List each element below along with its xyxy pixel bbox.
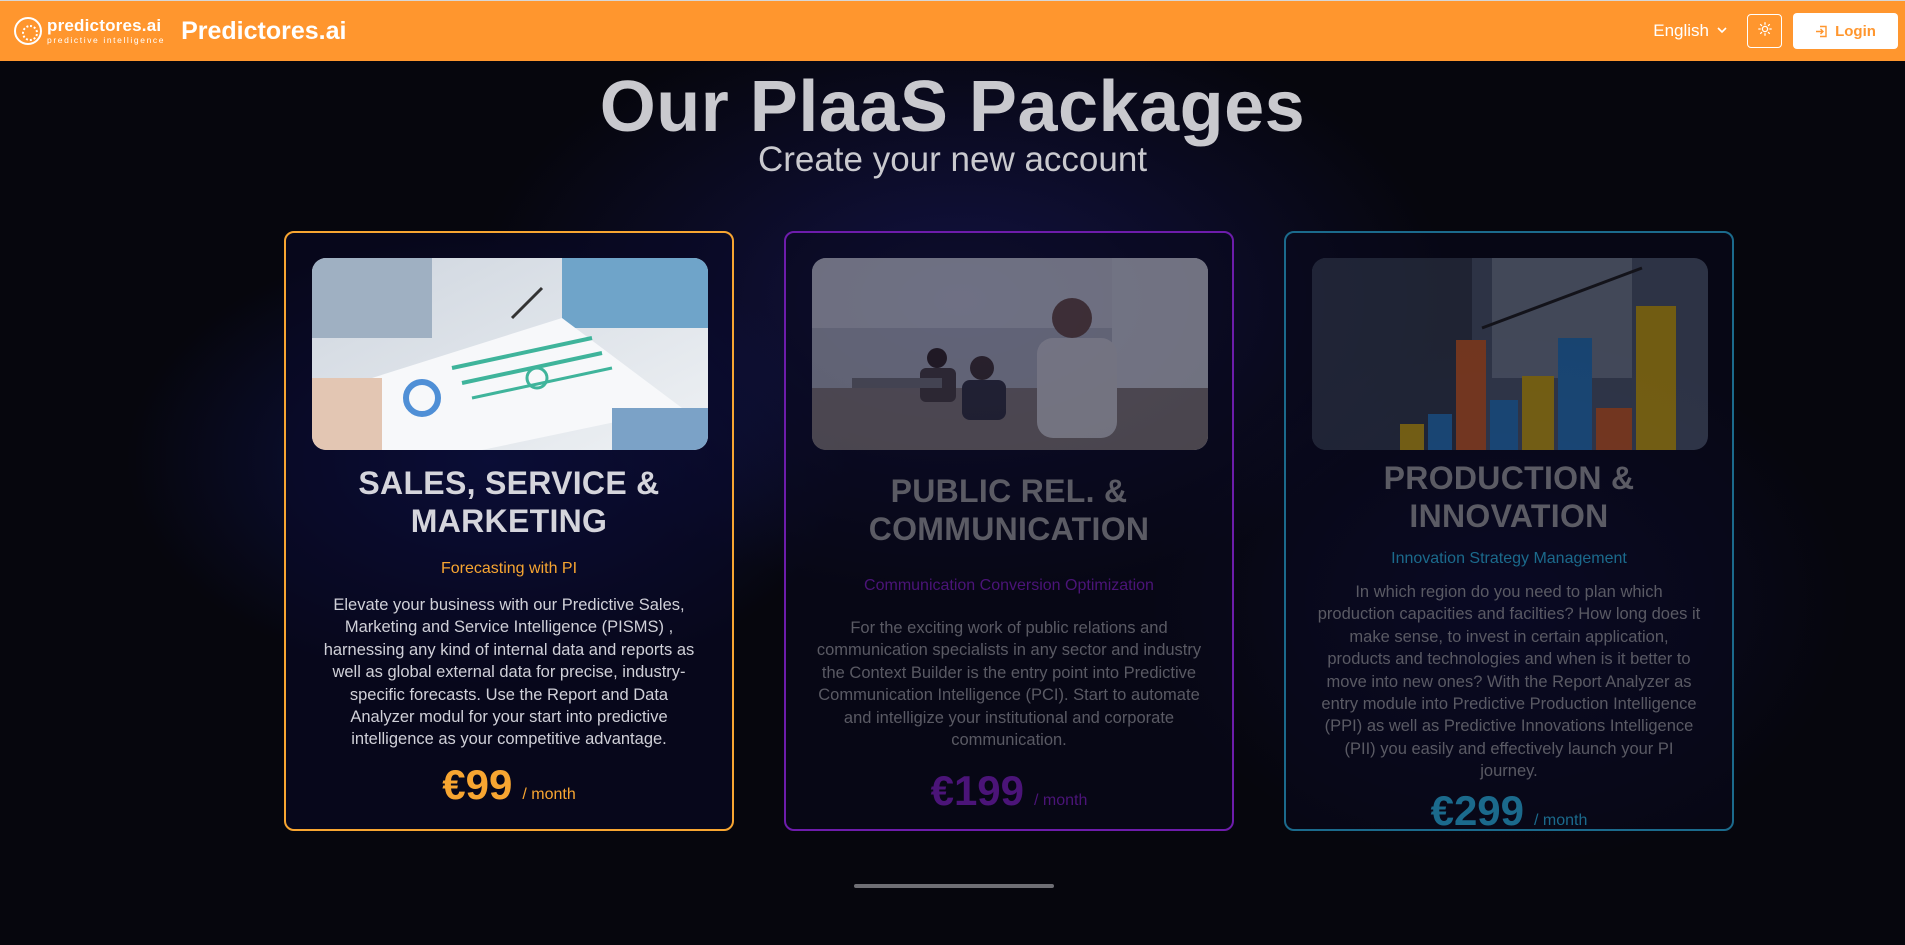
price-period: / month	[1534, 811, 1588, 829]
login-button[interactable]: Login	[1793, 13, 1898, 49]
page-subtitle: Create your new account	[757, 140, 1148, 179]
brand-title[interactable]: Predictores.ai	[181, 17, 346, 46]
page-title: Our PlaaS Packages	[599, 67, 1306, 147]
package-description: For the exciting work of public relation…	[816, 619, 1202, 750]
package-title: PUBLIC REL. & COMMUNICATION	[868, 473, 1150, 547]
logo-icon	[14, 17, 42, 45]
package-card-public-relations[interactable]: PUBLIC REL. & COMMUNICATION Communicatio…	[784, 231, 1234, 831]
logo-word: predictores.ai	[47, 16, 162, 36]
sun-icon	[1757, 21, 1772, 41]
logo-tagline: predictive intelligence	[47, 35, 166, 46]
package-subtitle: Forecasting with PI	[440, 560, 578, 577]
theme-toggle-button[interactable]	[1747, 14, 1782, 48]
package-price: €99 / month	[312, 761, 706, 809]
package-image-sales	[312, 258, 708, 450]
price-value: €99	[442, 760, 513, 808]
price-value: €299	[1430, 786, 1525, 834]
logo-text: predictores.ai predictive intelligence	[47, 17, 165, 45]
price-period: / month	[522, 785, 576, 803]
package-image-public-relations	[812, 258, 1208, 450]
package-description: Elevate your business with our Predictiv…	[323, 596, 695, 749]
language-selector[interactable]: English	[1653, 21, 1727, 41]
carousel-scrollbar[interactable]	[854, 884, 1054, 888]
package-price: €299 / month	[1312, 787, 1706, 835]
login-label: Login	[1835, 22, 1876, 40]
login-icon	[1815, 25, 1828, 38]
language-label: English	[1653, 21, 1709, 40]
package-image-production	[1312, 258, 1708, 450]
page-heading: Our PlaaS Packages Create your new accou…	[0, 68, 1905, 178]
price-period: / month	[1034, 792, 1088, 810]
package-title: PRODUCTION & INNOVATION	[1383, 460, 1635, 534]
logo[interactable]: predictores.ai predictive intelligence	[14, 17, 165, 45]
top-navbar: predictores.ai predictive intelligence P…	[0, 0, 1905, 61]
package-subtitle: Innovation Strategy Management	[1391, 550, 1627, 567]
chevron-down-icon	[1717, 25, 1727, 37]
package-price: €199 / month	[812, 767, 1206, 815]
package-subtitle: Communication Conversion Optimization	[864, 577, 1154, 594]
package-card-production[interactable]: PRODUCTION & INNOVATION Innovation Strat…	[1284, 231, 1734, 834]
package-description: In which region do you need to plan whic…	[1317, 583, 1701, 781]
package-card-sales[interactable]: SALES, SERVICE & MARKETING Forecasting w…	[284, 231, 734, 831]
price-value: €199	[930, 767, 1025, 815]
package-title: SALES, SERVICE & MARKETING	[358, 465, 660, 539]
